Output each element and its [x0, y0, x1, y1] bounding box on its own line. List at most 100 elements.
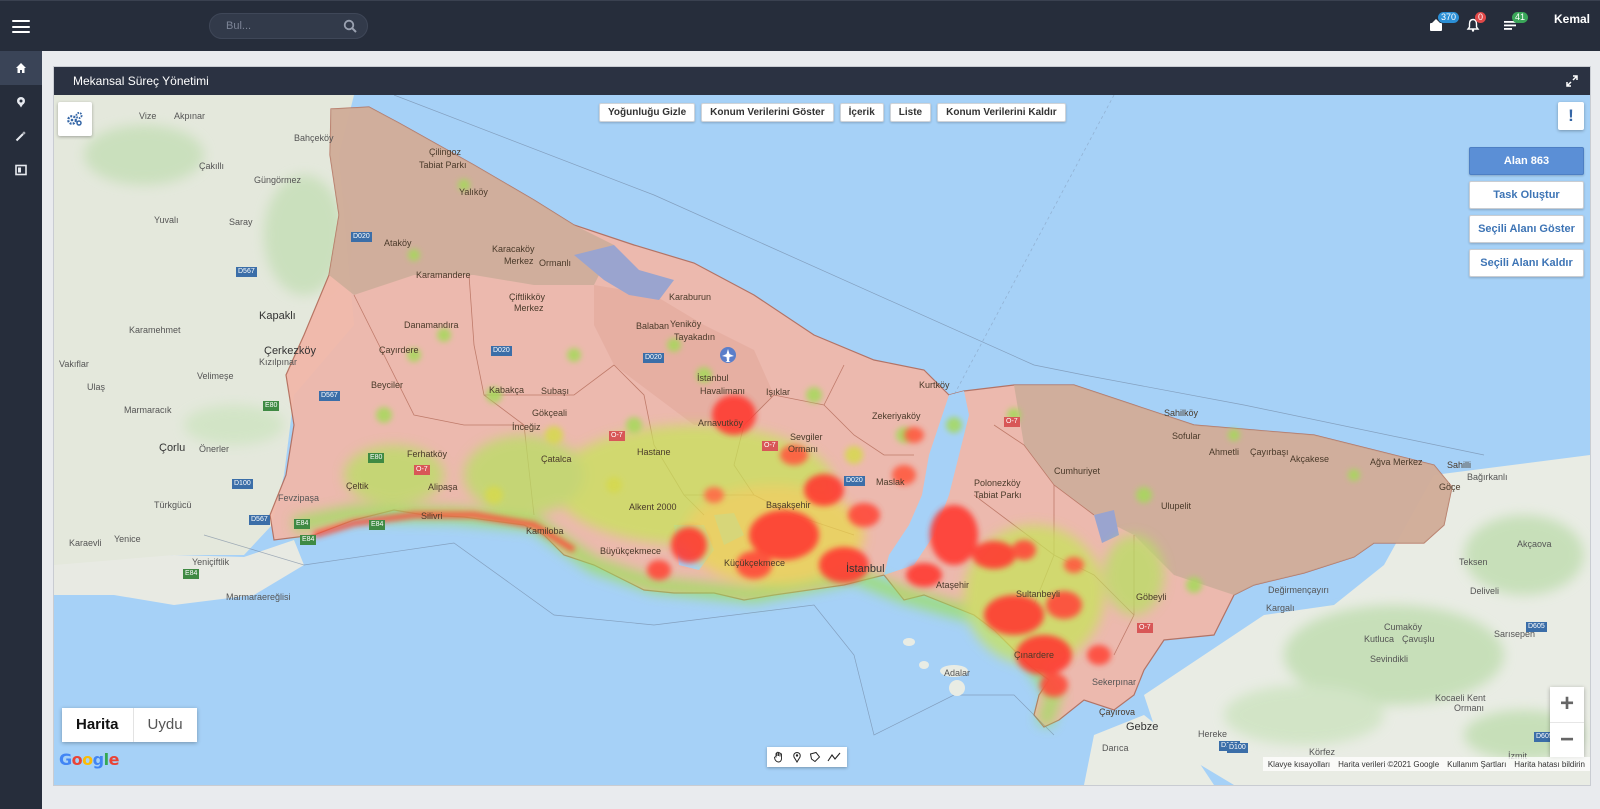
- place-label: Ağva Merkez: [1370, 457, 1423, 467]
- place-label: Ferhatköy: [407, 449, 448, 459]
- place-label: Yeniçiftlik: [192, 557, 230, 567]
- exclamation-icon: !: [1568, 106, 1574, 125]
- place-label: Gökçeali: [532, 408, 568, 418]
- place-label: Karaburun: [669, 292, 712, 302]
- map-data-text: Harita verileri ©2021 Google: [1338, 759, 1440, 769]
- place-label: Danamandıra: [404, 320, 459, 330]
- place-label: Ataköy: [384, 238, 412, 248]
- place-label: Çakıllı: [199, 161, 225, 171]
- tasks-button[interactable]: 41: [1503, 12, 1529, 34]
- road-shield: E84: [369, 520, 386, 530]
- place-label: Ataşehir: [936, 580, 970, 590]
- road-shield: E84: [300, 535, 317, 545]
- search-input[interactable]: [226, 18, 336, 34]
- road-shield: E80: [263, 401, 280, 411]
- road-shield: D567: [249, 515, 270, 525]
- road-shield: E84: [294, 519, 311, 529]
- messages-button[interactable]: 370: [1429, 12, 1460, 34]
- zoom-control: + −: [1550, 687, 1584, 757]
- place-label: Alipaşa: [428, 482, 458, 492]
- place-label: Kargalı: [1266, 603, 1295, 613]
- road-shield: D567: [319, 391, 340, 401]
- gears-icon: [67, 112, 83, 126]
- place-label: Zekeriyaköy: [872, 411, 921, 421]
- hand-icon[interactable]: [773, 751, 785, 763]
- google-logo: Google: [59, 750, 119, 769]
- place-label: Ahmetli: [1209, 447, 1240, 457]
- messages-badge: 370: [1438, 12, 1460, 23]
- place-label: Başakşehir: [766, 500, 811, 510]
- zoom-out-button[interactable]: −: [1550, 722, 1584, 757]
- board-icon: [15, 164, 27, 176]
- place-label: Çayırdere: [379, 345, 419, 355]
- place-label: Ormanlı: [539, 258, 572, 268]
- alert-button[interactable]: !: [1558, 102, 1584, 130]
- remove-selected-area-button[interactable]: Seçili Alanı Kaldır: [1469, 249, 1584, 277]
- create-task-button[interactable]: Task Oluştur: [1469, 181, 1584, 209]
- sidebar: [0, 51, 42, 809]
- remove-location-data-button[interactable]: Konum Verilerini Kaldır: [937, 103, 1066, 122]
- user-name[interactable]: Kemal: [1554, 12, 1590, 26]
- place-label: Sekerpınar: [1092, 677, 1137, 687]
- hide-density-button[interactable]: Yoğunluğu Gizle: [599, 103, 696, 122]
- search-icon[interactable]: [343, 19, 357, 38]
- place-label: Kabakça: [489, 385, 525, 395]
- map-canvas[interactable]: Vize Akpınar Bahçeköy Çilingoz Tabiat Parkı Ç…: [54, 95, 1590, 785]
- place-label: Tayakadın: [674, 332, 716, 342]
- road-shield: D020: [351, 232, 372, 242]
- place-label: Kapaklı: [259, 310, 296, 322]
- polygon-icon[interactable]: [809, 751, 821, 763]
- place-label: Akçaova: [1517, 539, 1552, 549]
- place-label: Gebze: [1126, 721, 1159, 733]
- road-shield: D020: [491, 346, 512, 356]
- place-label: Vakıflar: [59, 359, 89, 369]
- map-type-satellite[interactable]: Uydu: [134, 708, 197, 742]
- road-shield: O-7: [414, 465, 430, 475]
- place-label: Beyciler: [371, 380, 404, 390]
- show-selected-area-button[interactable]: Seçili Alanı Göster: [1469, 215, 1584, 243]
- menu-icon[interactable]: [12, 20, 30, 33]
- place-label: Karamandere: [416, 270, 471, 280]
- terms-link[interactable]: Kullanım Şartları: [1447, 760, 1506, 769]
- keyboard-shortcuts-link[interactable]: Klavye kısayolları: [1268, 760, 1330, 769]
- sidebar-item-home[interactable]: [0, 51, 42, 85]
- sidebar-item-reports[interactable]: [0, 153, 42, 187]
- sidebar-item-map[interactable]: [0, 85, 42, 119]
- magic-wand-icon: [15, 131, 26, 142]
- place-label: Deliveli: [1470, 586, 1500, 596]
- report-error-link[interactable]: Harita hatası bildirin: [1514, 760, 1585, 769]
- road-shield: O-7: [1137, 623, 1153, 633]
- place-label: Marmaraereğlisi: [226, 592, 291, 602]
- map-type-map[interactable]: Harita: [62, 708, 134, 742]
- content-button[interactable]: İçerik: [839, 103, 884, 122]
- place-label: Sahilli: [1447, 460, 1472, 470]
- place-label: Saray: [229, 217, 253, 227]
- place-label: Sahilköy: [1164, 408, 1199, 418]
- road-shield: E80: [368, 453, 385, 463]
- place-label: Marmaracık: [124, 405, 172, 415]
- zoom-in-button[interactable]: +: [1550, 687, 1584, 722]
- place-label: Kamiloba: [526, 526, 564, 536]
- place-label: Çiftlikköy: [509, 292, 546, 302]
- settings-button[interactable]: [58, 102, 92, 136]
- expand-icon[interactable]: [1566, 74, 1578, 92]
- place-label: Subaşı: [541, 386, 570, 396]
- road-shield: E84: [183, 569, 200, 579]
- place-label: Yeniköy: [670, 319, 702, 329]
- show-location-data-button[interactable]: Konum Verilerini Göster: [701, 103, 834, 122]
- place-label: Darıca: [1102, 743, 1129, 753]
- place-label: Işıklar: [766, 387, 791, 397]
- place-label: Sultanbeyli: [1016, 589, 1061, 599]
- notifications-button[interactable]: 0: [1466, 12, 1487, 34]
- polyline-icon[interactable]: [827, 751, 841, 763]
- marker-icon[interactable]: [791, 751, 803, 763]
- place-label: Körfez: [1309, 747, 1336, 757]
- home-icon: [16, 63, 26, 73]
- place-label: Ulupelit: [1161, 501, 1192, 511]
- place-label: Ormanı: [1454, 703, 1485, 713]
- area-button[interactable]: Alan 863: [1469, 147, 1584, 175]
- place-label: Değirmençayırı: [1268, 585, 1330, 595]
- list-button[interactable]: Liste: [889, 103, 932, 122]
- place-label: Göbeyli: [1136, 592, 1167, 602]
- sidebar-item-tools[interactable]: [0, 119, 42, 153]
